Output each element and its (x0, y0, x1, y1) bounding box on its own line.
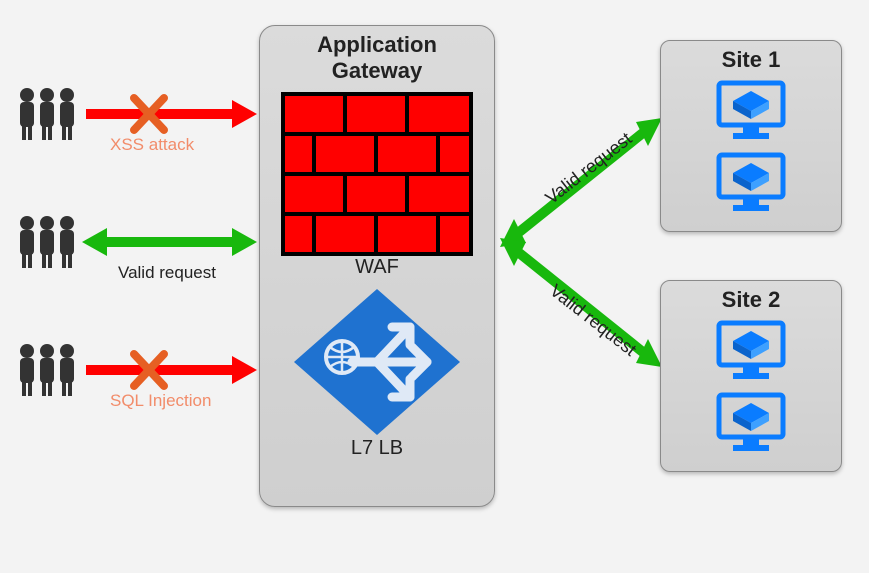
arrow-valid-request (82, 222, 257, 262)
site2-box: Site 2 (660, 280, 842, 472)
waf-icon (281, 92, 473, 256)
valid-request-label: Valid request (118, 263, 216, 283)
vm-icon (715, 79, 787, 141)
vm-icon (715, 391, 787, 453)
xss-label: XSS attack (110, 135, 194, 155)
waf-label: WAF (260, 256, 494, 279)
users-icon (15, 85, 80, 140)
l7lb-icon (292, 287, 462, 437)
site1-title: Site 1 (661, 47, 841, 73)
sql-label: SQL Injection (110, 391, 211, 411)
arrow-xss-blocked (82, 94, 257, 134)
users-icon (15, 341, 80, 396)
site2-title: Site 2 (661, 287, 841, 313)
l7lb-label: L7 LB (260, 437, 494, 460)
gateway-title-2: Gateway (332, 58, 423, 83)
vm-icon (715, 151, 787, 213)
site1-box: Site 1 (660, 40, 842, 232)
users-icon (15, 213, 80, 268)
arrow-sql-blocked (82, 350, 257, 390)
vm-icon (715, 319, 787, 381)
application-gateway-box: Application Gateway WAF L7 LB (259, 25, 495, 507)
gateway-title-1: Application (317, 32, 437, 57)
